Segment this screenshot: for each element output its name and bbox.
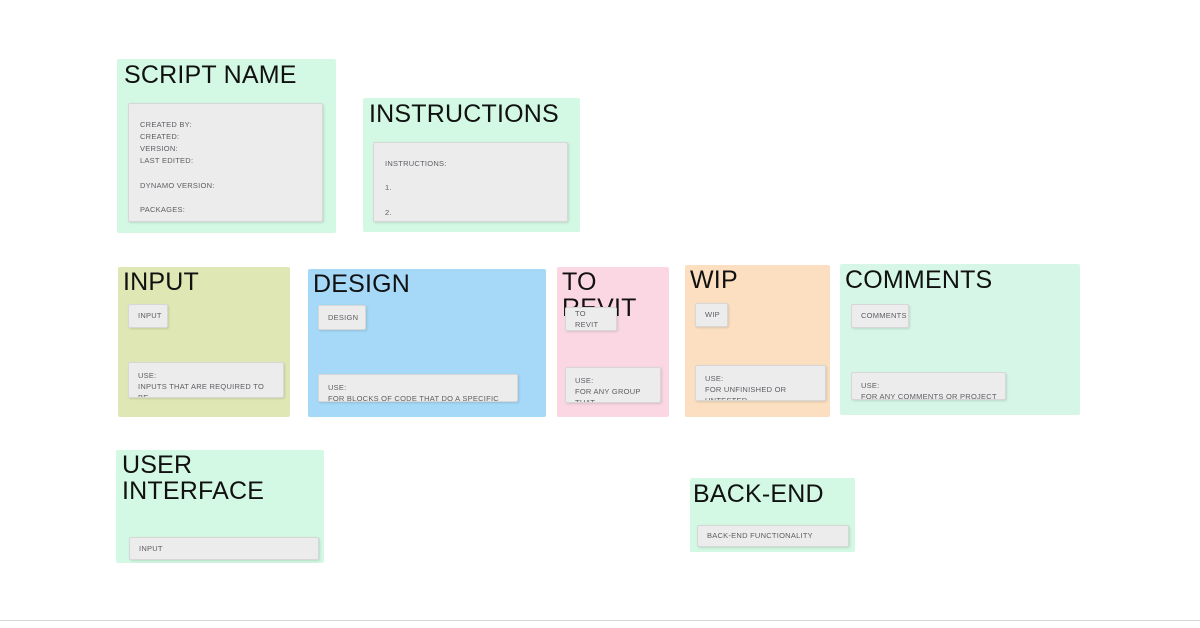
- group-wip[interactable]: WIP WIP USE: FOR UNFINISHED OR UNTESTED …: [685, 265, 830, 417]
- note-use-to-revit[interactable]: USE: FOR ANY GROUP THAT WRITES DATA TO R…: [565, 367, 661, 403]
- group-title-design: DESIGN: [313, 270, 411, 298]
- note-tag-comments[interactable]: COMMENTS: [851, 304, 909, 328]
- group-script-name[interactable]: SCRIPT NAME CREATED BY: CREATED: VERSION…: [117, 59, 336, 233]
- group-title-input: INPUT: [123, 268, 199, 296]
- group-input[interactable]: INPUT INPUT USE: INPUTS THAT ARE REQUIRE…: [118, 267, 290, 417]
- note-use-wip[interactable]: USE: FOR UNFINISHED OR UNTESTED BLOCKS O…: [695, 365, 826, 401]
- note-tag-input[interactable]: INPUT: [128, 304, 168, 328]
- note-script-metadata[interactable]: CREATED BY: CREATED: VERSION: LAST EDITE…: [128, 103, 323, 222]
- group-design[interactable]: DESIGN DESIGN USE: FOR BLOCKS OF CODE TH…: [308, 269, 546, 417]
- group-to-revit[interactable]: TO REVIT TO REVIT USE: FOR ANY GROUP THA…: [557, 267, 669, 417]
- note-use-design[interactable]: USE: FOR BLOCKS OF CODE THAT DO A SPECIF…: [318, 374, 518, 402]
- note-use-input[interactable]: USE: INPUTS THAT ARE REQUIRED TO BE SET …: [128, 362, 284, 398]
- note-tag-user-interface-input[interactable]: INPUT: [129, 537, 319, 560]
- group-back-end[interactable]: BACK-END BACK-END FUNCTIONALITY: [690, 478, 855, 552]
- group-instructions[interactable]: INSTRUCTIONS INSTRUCTIONS: 1. 2. 3.: [363, 98, 580, 232]
- group-title-back-end: BACK-END: [693, 480, 824, 508]
- group-title-script-name: SCRIPT NAME: [124, 61, 297, 89]
- group-title-instructions: INSTRUCTIONS: [369, 100, 559, 128]
- note-use-comments[interactable]: USE: FOR ANY COMMENTS OR PROJECT INFO: [851, 372, 1006, 400]
- bottom-divider: [0, 620, 1200, 621]
- group-user-interface[interactable]: USER INTERFACE INPUT: [116, 450, 324, 563]
- note-tag-to-revit[interactable]: TO REVIT: [565, 307, 617, 331]
- note-tag-wip[interactable]: WIP: [695, 303, 728, 327]
- note-tag-design[interactable]: DESIGN: [318, 305, 366, 330]
- dynamo-graph-canvas[interactable]: SCRIPT NAME CREATED BY: CREATED: VERSION…: [0, 0, 1200, 628]
- group-title-comments: COMMENTS: [845, 266, 993, 294]
- group-comments[interactable]: COMMENTS COMMENTS USE: FOR ANY COMMENTS …: [840, 264, 1080, 415]
- note-tag-back-end-functionality[interactable]: BACK-END FUNCTIONALITY: [697, 525, 849, 547]
- group-title-wip: WIP: [690, 266, 738, 294]
- group-title-user-interface: USER INTERFACE: [122, 451, 265, 505]
- note-instructions-steps[interactable]: INSTRUCTIONS: 1. 2. 3.: [373, 142, 568, 222]
